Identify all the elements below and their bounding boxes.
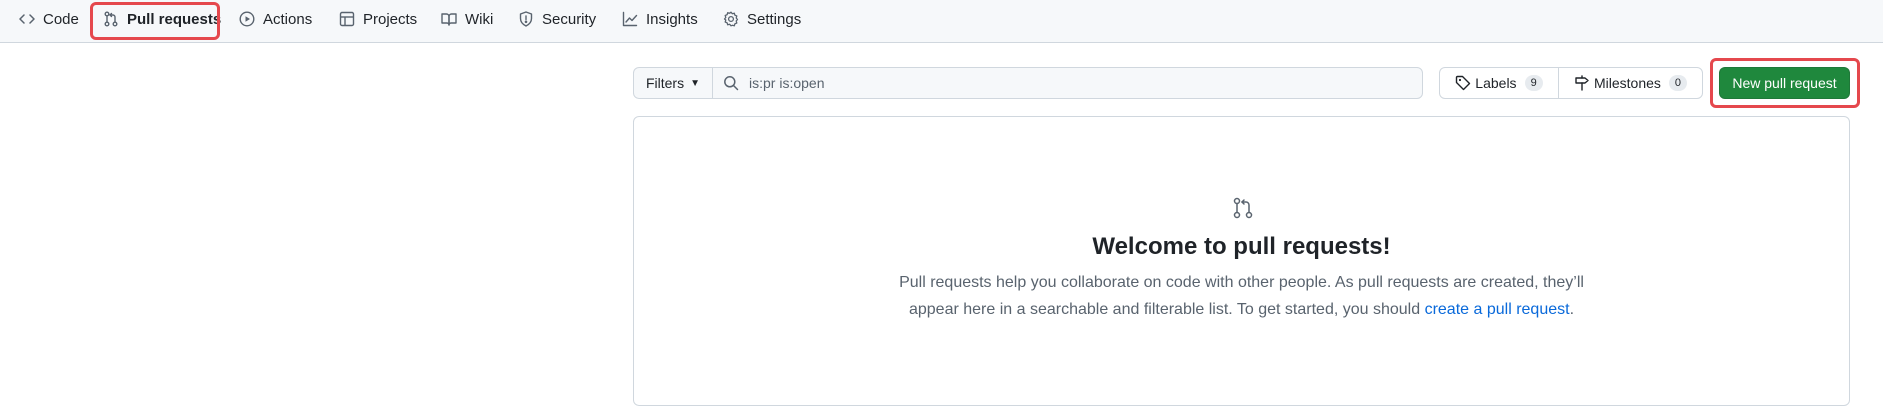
milestones-count: 0 — [1668, 75, 1688, 91]
filter-bar: Filters ▼ is:pr is:open — [633, 67, 1423, 99]
caret-down-icon: ▼ — [690, 77, 701, 89]
tab-label: Security — [542, 10, 597, 28]
create-pull-request-link[interactable]: create a pull request — [1425, 301, 1570, 318]
blankslate: Welcome to pull requests! Pull requests … — [633, 116, 1850, 406]
tab-insights[interactable]: Insights — [622, 3, 698, 35]
filters-button-label: Filters — [645, 75, 685, 91]
tab-security[interactable]: Security — [518, 3, 596, 35]
shield-icon — [518, 11, 534, 27]
new-pull-request-button[interactable]: New pull request — [1719, 67, 1850, 99]
tab-label: Actions — [263, 10, 313, 28]
labels-button[interactable]: Labels 9 — [1440, 68, 1559, 98]
milestones-button[interactable]: Milestones 0 — [1559, 68, 1702, 98]
tab-label: Projects — [363, 10, 418, 28]
blankslate-description: Pull requests help you collaborate on co… — [894, 269, 1589, 323]
tab-label: Code — [43, 10, 79, 28]
tab-label: Insights — [646, 10, 698, 28]
tab-wiki[interactable]: Wiki — [441, 3, 493, 35]
tab-label: Pull requests — [127, 10, 222, 28]
search-input-value: is:pr is:open — [749, 75, 825, 91]
labels-label: Labels — [1475, 75, 1517, 91]
tab-projects[interactable]: Projects — [339, 3, 417, 35]
play-icon — [239, 11, 255, 27]
tag-icon — [1455, 75, 1471, 91]
table-icon — [339, 11, 355, 27]
tab-settings[interactable]: Settings — [723, 3, 801, 35]
search-input[interactable]: is:pr is:open — [713, 68, 1422, 98]
tab-actions[interactable]: Actions — [239, 3, 312, 35]
milestones-label: Milestones — [1593, 75, 1661, 91]
filters-button[interactable]: Filters ▼ — [634, 68, 713, 98]
git-pull-request-icon — [1231, 196, 1255, 220]
labels-count: 9 — [1524, 75, 1543, 91]
tab-code[interactable]: Code — [19, 3, 79, 35]
blankslate-description-end: . — [1569, 301, 1575, 318]
gear-icon — [723, 11, 739, 27]
graph-icon — [622, 11, 638, 27]
book-icon — [441, 11, 457, 27]
tab-pull-requests[interactable]: Pull requests — [103, 3, 221, 35]
milestone-icon — [1574, 75, 1590, 91]
code-icon — [19, 11, 35, 27]
search-icon — [723, 75, 739, 91]
tab-label: Wiki — [465, 10, 494, 28]
git-pull-request-icon — [103, 11, 119, 27]
tab-label: Settings — [747, 10, 802, 28]
repo-nav: Code Pull requests Actions Projects Wiki… — [0, 0, 1883, 43]
labels-milestones-group: Labels 9 Milestones 0 — [1439, 67, 1703, 99]
new-pull-request-label: New pull request — [1732, 75, 1837, 91]
blankslate-title: Welcome to pull requests! — [1092, 233, 1391, 260]
